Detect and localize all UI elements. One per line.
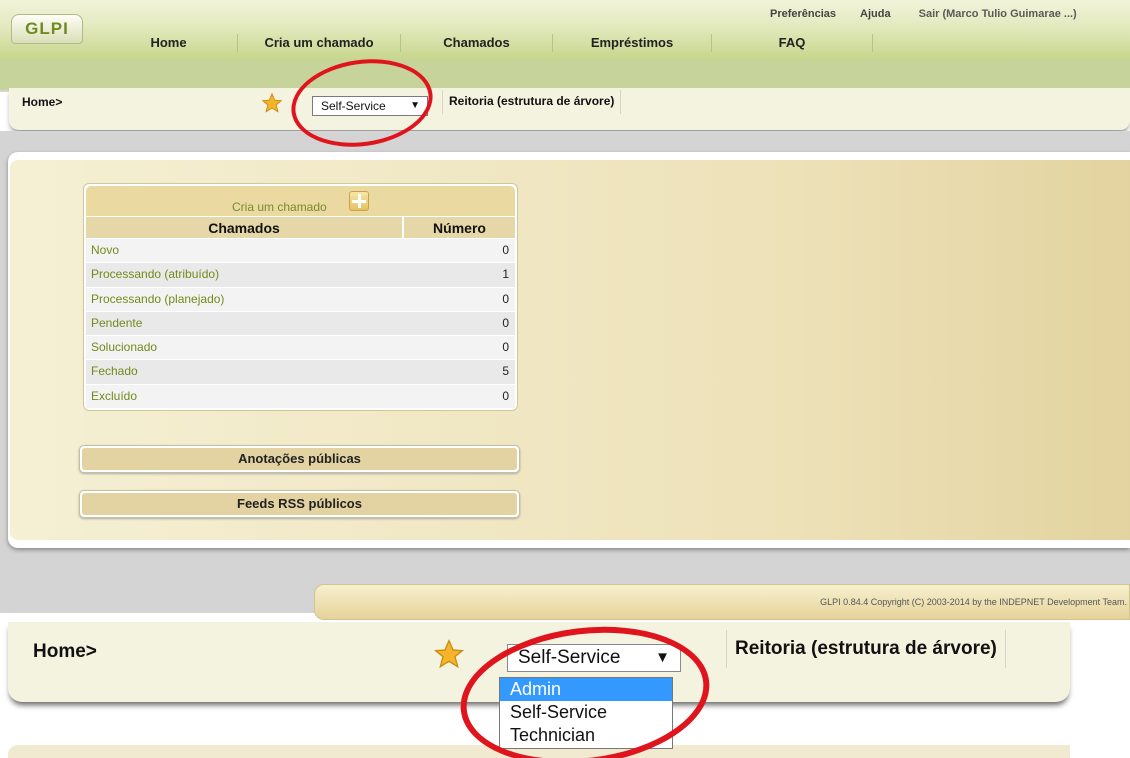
public-notes-header[interactable]: Anotações públicas (82, 448, 517, 470)
table-row: Pendente 0 (86, 310, 515, 336)
table-row: Excluído 0 (86, 383, 515, 409)
footer: GLPI 0.84.4 Copyright (C) 2003-2014 by t… (314, 584, 1130, 620)
table-row: Processando (atribuído) 1 (86, 262, 515, 287)
tickets-panel: Cria um chamado Chamados Número Novo 0 Pr… (83, 183, 518, 411)
glpi-logo[interactable]: GLPI (11, 14, 83, 44)
logout-link[interactable]: Sair (Marco Tulio Guimarae ...) (919, 8, 1077, 20)
star-icon[interactable] (433, 638, 465, 670)
ticket-count: 0 (502, 291, 509, 306)
create-ticket-row: Cria um chamado (86, 186, 515, 216)
star-icon[interactable] (261, 92, 283, 114)
add-icon[interactable] (349, 191, 369, 211)
menu-create-ticket[interactable]: Cria um chamado (238, 34, 401, 52)
public-rss-panel: Feeds RSS públicos (79, 490, 520, 518)
ticket-status-link[interactable]: Processando (atribuído) (86, 263, 404, 286)
ticket-count: 5 (502, 364, 509, 379)
ticket-status-link[interactable]: Excluído (86, 385, 404, 408)
preferences-menu: Preferências Ajuda Sair (Marco Tulio Gui… (770, 8, 1077, 20)
tickets-table-body: Novo 0 Processando (atribuído) 1 Processan… (86, 238, 515, 409)
top-header: GLPI Home Cria um chamado Chamados Empré… (0, 0, 1130, 92)
ticket-count: 0 (502, 315, 509, 330)
table-row: Fechado 5 (86, 359, 515, 384)
menu-home[interactable]: Home (100, 34, 238, 52)
ticket-status-link[interactable]: Pendente (86, 312, 404, 335)
sub-menu-bar (0, 60, 1130, 90)
ticket-status-link[interactable]: Solucionado (86, 336, 404, 359)
column-header-number: Número (433, 220, 486, 236)
public-notes-panel: Anotações públicas (79, 445, 520, 473)
top-bar: GLPI Home Cria um chamado Chamados Empré… (0, 0, 1130, 60)
entity-selector[interactable]: Reitoria (estrutura de árvore) (442, 90, 622, 114)
menu-faq[interactable]: FAQ (712, 34, 872, 52)
help-link[interactable]: Ajuda (860, 8, 891, 20)
ticket-status-link[interactable]: Novo (86, 239, 404, 262)
create-ticket-link[interactable]: Cria um chamado (232, 200, 327, 214)
footer-copyright: GLPI 0.84.4 Copyright (C) 2003-2014 by t… (820, 597, 1127, 607)
ticket-count: 0 (502, 243, 509, 257)
public-rss-header[interactable]: Feeds RSS públicos (82, 493, 517, 515)
column-header-tickets: Chamados (86, 217, 404, 238)
ticket-count: 0 (502, 340, 509, 355)
breadcrumb-bar: Home> Self-Service ▼ Reitoria (estrutura… (9, 88, 1130, 130)
preferences-link[interactable]: Preferências (770, 8, 836, 20)
ticket-count: 1 (502, 267, 509, 282)
ticket-count: 0 (502, 388, 509, 403)
breadcrumb-home[interactable]: Home> (33, 641, 97, 663)
table-row: Processando (planejado) 0 (86, 286, 515, 311)
tickets-table-header: Chamados Número (86, 216, 515, 238)
main-menu: Home Cria um chamado Chamados Empréstimo… (100, 34, 872, 52)
table-row: Solucionado 0 (86, 335, 515, 360)
entity-selector[interactable]: Reitoria (estrutura de árvore) (726, 630, 1006, 668)
menu-divider (872, 34, 873, 52)
ticket-status-link[interactable]: Processando (planejado) (86, 288, 404, 311)
breadcrumb-home[interactable]: Home> (22, 95, 62, 109)
table-row: Novo 0 (86, 238, 515, 263)
menu-tickets[interactable]: Chamados (401, 34, 553, 52)
menu-loans[interactable]: Empréstimos (553, 34, 712, 52)
ticket-status-link[interactable]: Fechado (86, 360, 404, 383)
